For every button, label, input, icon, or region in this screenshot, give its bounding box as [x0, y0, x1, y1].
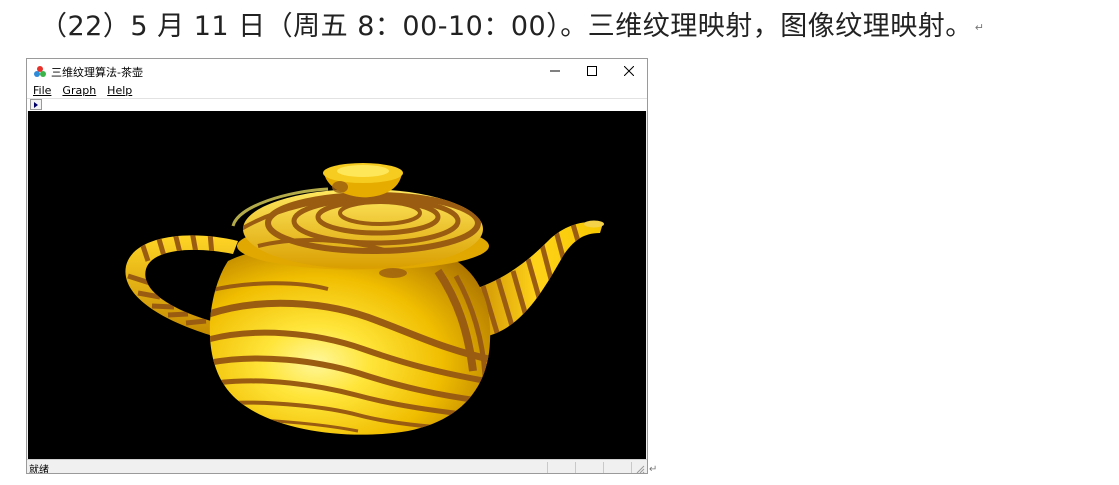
document-heading: （22）5 月 11 日（周五 8：00-10：00）。三维纹理映射，图像纹理映… [40, 4, 984, 43]
status-panel-4 [631, 462, 632, 473]
status-panel-2 [575, 462, 576, 473]
document-heading-text: （22）5 月 11 日（周五 8：00-10：00）。三维纹理映射，图像纹理映… [40, 11, 973, 42]
minimize-button[interactable] [537, 59, 573, 83]
render-canvas[interactable] [28, 111, 646, 459]
menu-graph[interactable]: Graph [62, 84, 96, 97]
maximize-button[interactable] [574, 59, 610, 83]
minimize-icon [550, 70, 560, 72]
menu-file[interactable]: File [33, 84, 51, 97]
teapot-render [125, 163, 604, 435]
menu-bar: File Graph Help [27, 83, 647, 98]
menu-help[interactable]: Help [107, 84, 132, 97]
app-window: 三维纹理算法-茶壶 File Graph Help 就绪 [26, 58, 648, 474]
status-bar: 就绪 [27, 459, 647, 474]
resize-grip-icon[interactable] [635, 464, 645, 474]
paragraph-mark-icon: ↵ [974, 21, 985, 34]
window-title: 三维纹理算法-茶壶 [51, 66, 143, 79]
status-panel-3 [603, 462, 604, 473]
close-icon [624, 66, 634, 76]
play-button[interactable] [30, 99, 42, 110]
maximize-icon [587, 66, 597, 76]
teapot-vent [379, 268, 407, 278]
close-button[interactable] [611, 59, 647, 83]
title-bar[interactable]: 三维纹理算法-茶壶 [27, 59, 647, 83]
app-icon [33, 64, 47, 78]
teapot-body [209, 243, 491, 435]
play-arrow-icon [34, 102, 38, 108]
status-panel-1 [547, 462, 548, 473]
toolbar [27, 98, 647, 111]
paragraph-end-mark-icon: ↵ [649, 464, 658, 475]
status-text: 就绪 [29, 465, 49, 474]
